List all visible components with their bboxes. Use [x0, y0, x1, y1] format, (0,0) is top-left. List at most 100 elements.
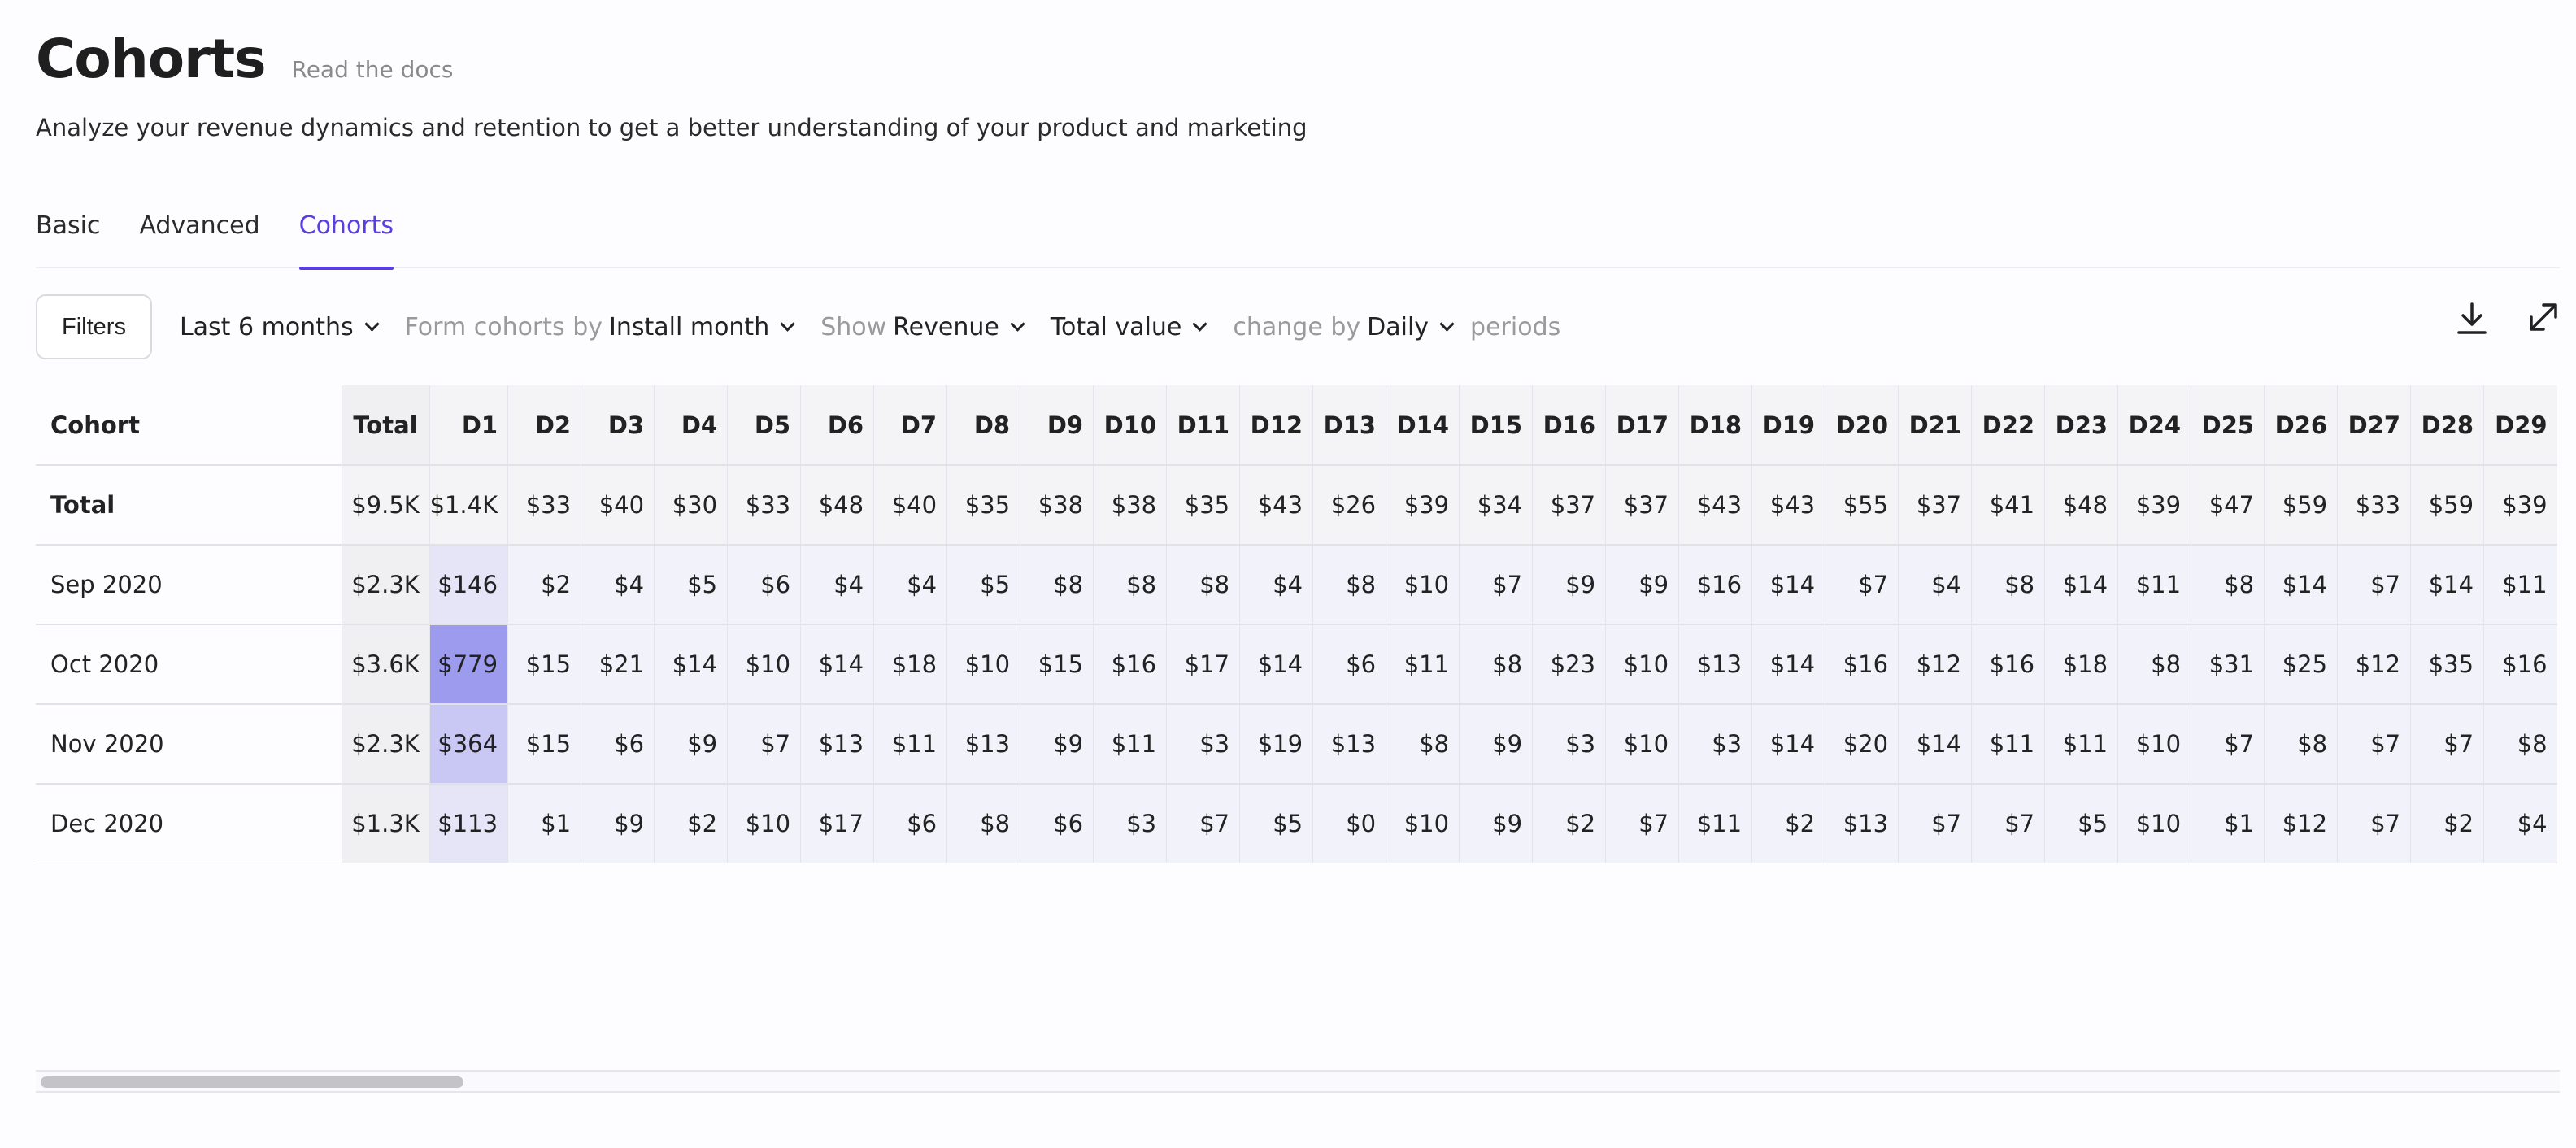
cohort-cell[interactable]: $14 — [1751, 704, 1825, 785]
cohort-cell[interactable]: $7 — [1971, 784, 2045, 863]
cohort-cell[interactable]: $13 — [1312, 704, 1386, 785]
cohort-cell[interactable]: $15 — [507, 624, 581, 705]
cohort-cell[interactable]: $43 — [1751, 465, 1825, 546]
cohort-cell[interactable]: $6 — [1312, 624, 1386, 705]
cohort-cell[interactable]: $40 — [581, 465, 655, 546]
cohort-cell[interactable]: $113 — [429, 784, 508, 863]
cohort-cell[interactable]: $35 — [946, 465, 1020, 546]
cohort-cell[interactable]: $6 — [873, 784, 947, 863]
cohort-cell[interactable]: $26 — [1312, 465, 1386, 546]
cohort-cell[interactable]: $38 — [1020, 465, 1094, 546]
cohort-cell[interactable]: $3 — [1532, 704, 1606, 785]
cohort-cell[interactable]: $7 — [1459, 545, 1533, 625]
day-column-header[interactable]: D2 — [507, 385, 581, 466]
cohort-cell[interactable]: $6 — [1020, 784, 1094, 863]
cohort-cell[interactable]: $16 — [1971, 624, 2045, 705]
cohort-cell[interactable]: $14 — [1751, 545, 1825, 625]
expand-icon[interactable] — [2527, 301, 2560, 333]
cohort-cell[interactable]: $6 — [581, 704, 655, 785]
day-column-header[interactable]: D23 — [2044, 385, 2118, 466]
cohort-cell[interactable]: $3 — [1678, 704, 1752, 785]
cohort-cell[interactable]: $8 — [1459, 624, 1533, 705]
cohort-cell[interactable]: $20 — [1825, 704, 1899, 785]
cohort-cell[interactable]: $48 — [2044, 465, 2118, 546]
cohort-cell[interactable]: $14 — [2264, 545, 2338, 625]
day-column-header[interactable]: D3 — [581, 385, 655, 466]
cohort-cell[interactable]: $779 — [429, 624, 508, 705]
cohort-cell[interactable]: $1 — [2191, 784, 2265, 863]
cohort-cell[interactable]: $11 — [2044, 704, 2118, 785]
cohort-cell[interactable]: $2 — [654, 784, 728, 863]
cohort-cell[interactable]: $10 — [2117, 704, 2191, 785]
day-column-header[interactable]: D24 — [2117, 385, 2191, 466]
cohort-cell[interactable]: $13 — [1678, 624, 1752, 705]
cohort-cell[interactable]: $9 — [654, 704, 728, 785]
cohort-cell[interactable]: $16 — [1093, 624, 1167, 705]
day-column-header[interactable]: D29 — [2483, 385, 2557, 466]
cohort-cell[interactable]: $7 — [2410, 704, 2484, 785]
day-column-header[interactable]: D6 — [800, 385, 874, 466]
cohort-cell[interactable]: $9 — [581, 784, 655, 863]
cohort-cell[interactable]: $39 — [1386, 465, 1460, 546]
cohort-cell[interactable]: $41 — [1971, 465, 2045, 546]
show-dropdown[interactable]: Show Revenue — [820, 313, 1025, 341]
cohort-cell[interactable]: $17 — [800, 784, 874, 863]
cohort-cell[interactable]: $14 — [1239, 624, 1313, 705]
cohort-cell[interactable]: $37 — [1898, 465, 1972, 546]
day-column-header[interactable]: D10 — [1093, 385, 1167, 466]
cohort-cell[interactable]: $6 — [727, 545, 801, 625]
day-column-header[interactable]: D15 — [1459, 385, 1533, 466]
cohort-cell[interactable]: $25 — [2264, 624, 2338, 705]
day-column-header[interactable]: D22 — [1971, 385, 2045, 466]
day-column-header[interactable]: D19 — [1751, 385, 1825, 466]
cohort-cell[interactable]: $17 — [1166, 624, 1240, 705]
day-column-header[interactable]: D4 — [654, 385, 728, 466]
cohort-cell[interactable]: $10 — [1605, 704, 1679, 785]
cohort-cell[interactable]: $19 — [1239, 704, 1313, 785]
cohort-cell[interactable]: $1.4K — [429, 465, 508, 546]
cohort-cell[interactable]: $14 — [1898, 704, 1972, 785]
day-column-header[interactable]: D1 — [429, 385, 508, 466]
cohort-cell[interactable]: $11 — [2483, 545, 2557, 625]
cohort-cell[interactable]: $8 — [1971, 545, 2045, 625]
cohort-cell[interactable]: $39 — [2483, 465, 2557, 546]
cohort-column-header[interactable]: Cohort — [36, 385, 342, 466]
cohort-cell[interactable]: $2 — [1532, 784, 1606, 863]
cohort-cell[interactable]: $16 — [1825, 624, 1899, 705]
cohort-cell[interactable]: $10 — [1605, 624, 1679, 705]
download-icon[interactable] — [2454, 301, 2490, 337]
filters-button[interactable]: Filters — [36, 294, 152, 359]
cohort-cell[interactable]: $7 — [1825, 545, 1899, 625]
cohort-cell[interactable]: $37 — [1532, 465, 1606, 546]
day-column-header[interactable]: D18 — [1678, 385, 1752, 466]
day-column-header[interactable]: D14 — [1386, 385, 1460, 466]
cohort-cell[interactable]: $8 — [2264, 704, 2338, 785]
cohort-cell[interactable]: $48 — [800, 465, 874, 546]
cohort-cell[interactable]: $33 — [507, 465, 581, 546]
cohort-cell[interactable]: $4 — [800, 545, 874, 625]
cohort-cell[interactable]: $8 — [2191, 545, 2265, 625]
day-column-header[interactable]: D27 — [2337, 385, 2411, 466]
cohort-cell[interactable]: $7 — [2337, 784, 2411, 863]
day-column-header[interactable]: D9 — [1020, 385, 1094, 466]
cohort-cell[interactable]: $11 — [1386, 624, 1460, 705]
cohort-cell[interactable]: $7 — [2337, 704, 2411, 785]
period-dropdown[interactable]: Last 6 months — [180, 313, 380, 341]
cohort-cell[interactable]: $8 — [1312, 545, 1386, 625]
cohort-cell[interactable]: $14 — [2044, 545, 2118, 625]
day-column-header[interactable]: D13 — [1312, 385, 1386, 466]
cohort-cell[interactable]: $4 — [2483, 784, 2557, 863]
cohort-cell[interactable]: $8 — [1386, 704, 1460, 785]
cohort-cell[interactable]: $9 — [1532, 545, 1606, 625]
cohort-cell[interactable]: $10 — [727, 784, 801, 863]
day-column-header[interactable]: D12 — [1239, 385, 1313, 466]
cohort-cell[interactable]: $40 — [873, 465, 947, 546]
cohort-cell[interactable]: $12 — [1898, 624, 1972, 705]
cohort-cell[interactable]: $30 — [654, 465, 728, 546]
cohort-cell[interactable]: $34 — [1459, 465, 1533, 546]
cohort-cell[interactable]: $10 — [727, 624, 801, 705]
day-column-header[interactable]: D16 — [1532, 385, 1606, 466]
cohort-cell[interactable]: $11 — [1971, 704, 2045, 785]
cohort-cell[interactable]: $14 — [1751, 624, 1825, 705]
cohort-cell[interactable]: $16 — [1678, 545, 1752, 625]
